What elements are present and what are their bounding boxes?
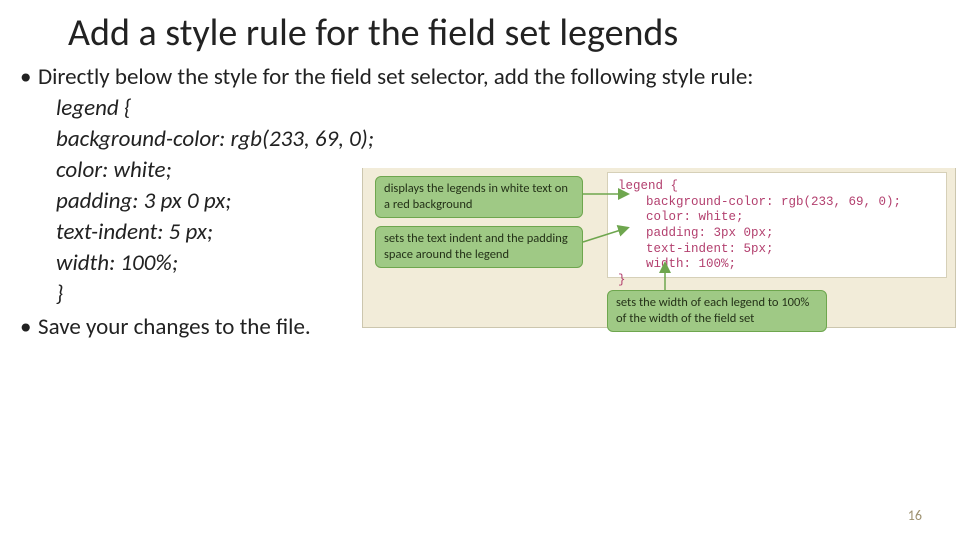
code-preview-line: background-color: rgb(233, 69, 0); — [618, 195, 936, 211]
code-preview-line: text-indent: 5px; — [618, 242, 936, 258]
callout-indent: sets the text indent and the padding spa… — [375, 226, 583, 268]
page-number: 16 — [908, 507, 922, 524]
code-preview-line: color: white; — [618, 210, 936, 226]
bullet-text: Save your changes to the file. — [38, 312, 311, 343]
callout-display: displays the legends in white text on a … — [375, 176, 583, 218]
bullet-dot: • — [20, 312, 38, 343]
code-preview-line: legend { — [618, 179, 678, 193]
code-preview-line: } — [618, 273, 626, 287]
code-line: legend { — [56, 93, 753, 124]
code-preview-line: padding: 3px 0px; — [618, 226, 936, 242]
diagram-panel: displays the legends in white text on a … — [362, 168, 956, 328]
code-preview: legend { background-color: rgb(233, 69, … — [607, 172, 947, 278]
slide: Add a style rule for the field set legen… — [0, 0, 960, 540]
bullet-item: • Directly below the style for the field… — [20, 62, 753, 93]
callout-width: sets the width of each legend to 100% of… — [607, 290, 827, 332]
code-preview-line: width: 100%; — [618, 257, 936, 273]
bullet-text: Directly below the style for the field s… — [38, 62, 753, 93]
slide-title: Add a style rule for the field set legen… — [68, 10, 678, 56]
code-line: background-color: rgb(233, 69, 0); — [56, 124, 753, 155]
bullet-dot: • — [20, 62, 38, 93]
